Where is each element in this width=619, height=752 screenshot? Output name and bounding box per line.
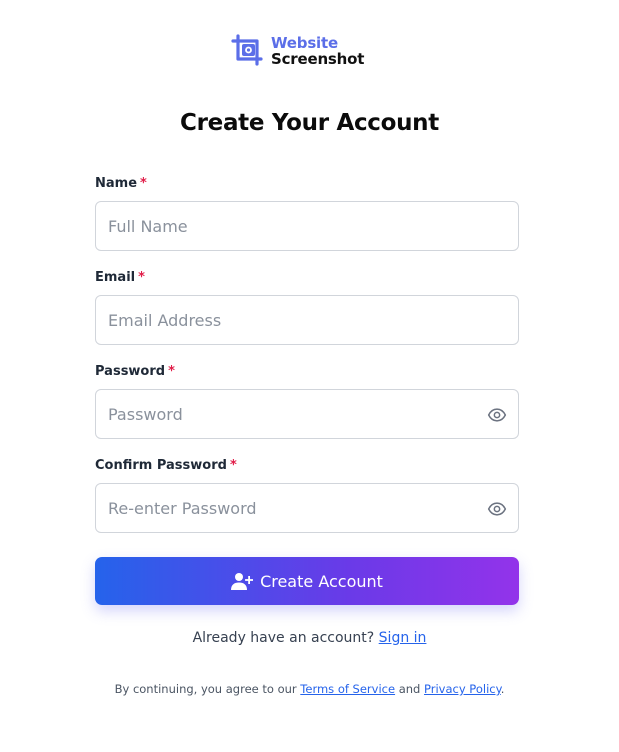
email-field <box>95 295 519 345</box>
legal-conjunction: and <box>398 682 421 696</box>
brand-line2: Screenshot <box>271 49 365 68</box>
name-input[interactable] <box>96 202 518 250</box>
name-label-text: Name <box>95 176 138 191</box>
email-label-text: Email <box>95 270 136 285</box>
legal-prefix: By continuing, you agree to our <box>114 682 297 696</box>
confirm-password-label: Confirm Password * <box>95 458 237 473</box>
terms-of-service-link[interactable]: Terms of Service <box>300 682 395 696</box>
legal-suffix: . <box>500 682 505 696</box>
eye-icon[interactable] <box>487 405 507 425</box>
signin-prompt: Already have an account? Sign in <box>0 630 619 646</box>
password-label: Password * <box>95 364 175 379</box>
user-plus-icon <box>231 573 254 590</box>
eye-icon[interactable] <box>487 499 507 519</box>
confirm-password-label-text: Confirm Password <box>95 458 227 473</box>
privacy-policy-link[interactable]: Privacy Policy <box>424 682 501 696</box>
page-title: Create Your Account <box>180 110 439 136</box>
required-marker: * <box>138 270 145 285</box>
password-field <box>95 389 519 439</box>
brand-wordmark: Website Screenshot <box>271 33 365 68</box>
signin-link[interactable]: Sign in <box>379 630 427 646</box>
crop-camera-icon <box>231 34 263 66</box>
required-marker: * <box>168 364 175 379</box>
create-account-button[interactable]: Create Account <box>95 557 519 605</box>
brand-logo[interactable]: Website Screenshot <box>231 34 364 68</box>
confirm-password-field <box>95 483 519 533</box>
create-account-label: Create Account <box>260 571 383 591</box>
confirm-password-input[interactable] <box>96 484 518 532</box>
password-label-text: Password <box>95 364 166 379</box>
name-label: Name * <box>95 176 147 191</box>
email-input[interactable] <box>96 296 518 344</box>
name-field <box>95 201 519 251</box>
legal-notice: By continuing, you agree to our Terms of… <box>0 682 619 696</box>
email-label: Email * <box>95 270 145 285</box>
required-marker: * <box>140 176 147 191</box>
required-marker: * <box>229 458 237 473</box>
signin-text: Already have an account? <box>192 630 375 646</box>
brand-line1: Website <box>271 33 338 52</box>
password-input[interactable] <box>96 390 518 438</box>
